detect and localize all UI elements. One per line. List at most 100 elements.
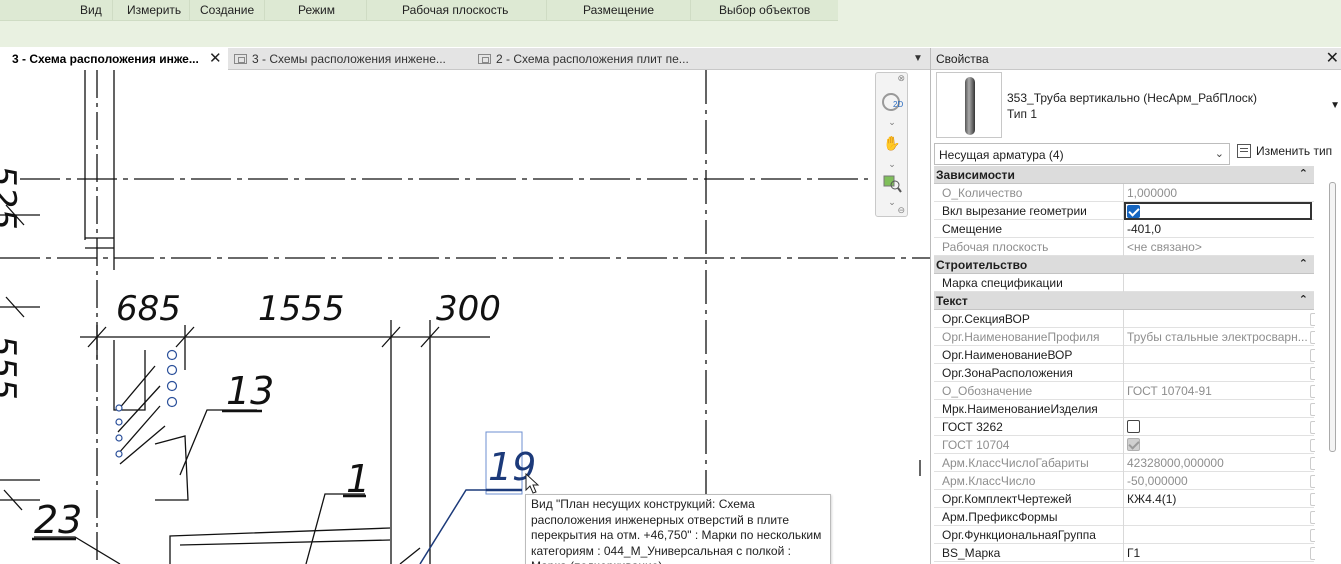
property-value[interactable] [1124, 418, 1312, 436]
property-value[interactable] [1124, 202, 1312, 220]
outline-line [113, 340, 146, 411]
drawing-canvas[interactable]: 685 1555 300 525 555 13 1 23 19 ⊗ 2D ⌄ ✋… [0, 70, 930, 564]
property-name: Орг.НаименованиеВОР [934, 346, 1124, 364]
nav-2d-badge: 2D [893, 100, 903, 109]
doc-tab[interactable]: 3 - Схемы расположения инжене... [230, 48, 470, 70]
ribbon-separator [366, 0, 367, 21]
doc-tab-active[interactable]: 3 - Схема расположения инже... ✕ [0, 48, 228, 70]
tooltip: Вид "План несущих конструкций: Схема рас… [525, 494, 831, 564]
ribbon-tab-select-objects[interactable]: Выбор объектов [719, 3, 810, 17]
pipe-marker [115, 404, 123, 412]
property-grid: Зависимости ⌃ О_Количество 1,000000 Вкл выре… [934, 166, 1315, 562]
zoom-region-icon[interactable] [880, 173, 904, 195]
mark-1[interactable]: 1 [346, 457, 370, 501]
chevron-down-icon: ⌄ [1214, 148, 1224, 160]
property-name: Марка спецификации [934, 274, 1124, 292]
edit-type-button[interactable]: Изменить тип [1237, 144, 1337, 164]
wall-line [399, 547, 421, 564]
row-edge-indicator [1310, 313, 1315, 326]
row-edge-indicator [1310, 439, 1315, 452]
checkbox[interactable] [1127, 420, 1140, 433]
property-section-header[interactable]: Текст ⌃ [934, 292, 1314, 310]
property-value[interactable] [1124, 364, 1312, 382]
section-title: Строительство [936, 258, 1028, 272]
property-name: Орг.ЗонаРасположения [934, 364, 1124, 382]
property-section-header[interactable]: Строительство ⌃ [934, 256, 1314, 274]
property-row: Орг.НаименованиеВОР [934, 346, 1315, 364]
property-value[interactable]: -401,0 [1124, 220, 1312, 238]
scrollbar-thumb[interactable] [1329, 182, 1336, 452]
property-value[interactable] [1124, 526, 1312, 544]
splitter-handle[interactable] [919, 460, 921, 476]
pipe-marker [166, 364, 178, 376]
ribbon-tab-mode[interactable]: Режим [298, 3, 335, 17]
row-edge-indicator [1310, 403, 1315, 416]
type-selector[interactable]: 353_Труба вертикально (НесАрм_РабПлоск) … [936, 72, 1340, 140]
property-name: Вкл вырезание геометрии [934, 202, 1124, 220]
hatch-line [117, 405, 161, 455]
view-cube-2d-icon[interactable]: 2D [880, 91, 904, 113]
pan-hand-icon[interactable]: ✋ [880, 135, 904, 157]
property-name: Орг.НаименованиеПрофиля [934, 328, 1124, 346]
collapse-icon[interactable]: ⌃ [1299, 257, 1308, 270]
row-edge-indicator [1310, 421, 1315, 434]
property-row: Орг.КомплектЧертежей КЖ4.4(1) [934, 490, 1315, 508]
ribbon-tab-create[interactable]: Создание [200, 3, 254, 17]
doc-tab-label: 2 - Схема расположения плит пе... [496, 52, 689, 66]
floor-plan-icon [234, 54, 247, 64]
ribbon-tab-measure[interactable]: Измерить [127, 3, 181, 17]
close-icon[interactable]: ⊗ [897, 73, 905, 84]
section-title: Зависимости [936, 168, 1015, 182]
ribbon-tab-work-plane[interactable]: Рабочая плоскость [402, 3, 508, 17]
property-value[interactable] [1124, 346, 1312, 364]
mark-23[interactable]: 23 [34, 498, 82, 542]
property-section-header[interactable]: Зависимости ⌃ [934, 166, 1314, 184]
type-thumbnail [936, 72, 1002, 138]
property-row: ГОСТ 10704 [934, 436, 1315, 454]
property-name: ГОСТ 3262 [934, 418, 1124, 436]
property-value[interactable] [1124, 274, 1312, 292]
dim-text-525: 525 [0, 165, 23, 230]
mark-13[interactable]: 13 [226, 369, 274, 413]
category-filter-select[interactable]: Несущая арматура (4) ⌄ [934, 143, 1230, 165]
doc-tab[interactable]: 2 - Схема расположения плит пе... [474, 48, 714, 70]
navigation-bar: ⊗ 2D ⌄ ✋ ⌄ ⌄ ⊖ [875, 72, 908, 217]
property-row: Рабочая плоскость <не связано> [934, 238, 1314, 256]
property-row: BS_Марка Г1 [934, 544, 1315, 562]
property-value[interactable]: Г1 [1124, 544, 1312, 562]
property-name: Арм.ПрефиксФормы [934, 508, 1124, 526]
property-row: Мрк.НаименованиеИзделия [934, 400, 1315, 418]
leader-line [179, 409, 257, 476]
tabs-dropdown-icon[interactable]: ▼ [913, 53, 923, 64]
ribbon-separator [690, 0, 691, 21]
close-icon[interactable]: ✕ [1326, 48, 1339, 68]
collapse-icon[interactable]: ⌃ [1299, 167, 1308, 180]
type-subname: Тип 1 [1007, 107, 1038, 121]
row-edge-indicator [1310, 457, 1315, 470]
property-value: ГОСТ 10704-91 [1127, 384, 1212, 398]
doc-tab-label: 3 - Схема расположения инже... [12, 52, 199, 66]
collapse-icon[interactable]: ⌃ [1299, 293, 1308, 306]
property-name: Орг.КомплектЧертежей [934, 490, 1124, 508]
property-value[interactable] [1124, 310, 1312, 328]
property-value[interactable]: КЖ4.4(1) [1124, 490, 1312, 508]
property-value[interactable] [1124, 400, 1312, 418]
ribbon-separator [112, 0, 113, 21]
row-edge-indicator [1310, 349, 1315, 362]
property-name: ГОСТ 10704 [934, 436, 1124, 454]
properties-title: Свойства [936, 52, 989, 66]
property-name: BS_Марка [934, 544, 1124, 562]
section-title: Текст [936, 294, 968, 308]
ribbon-separator [264, 0, 265, 21]
ribbon-tab-bar: Вид Измерить Создание Режим Рабочая плос… [0, 0, 838, 21]
nav-settings-icon[interactable]: ⊖ [897, 205, 905, 216]
properties-scrollbar[interactable] [1329, 180, 1337, 564]
ribbon-tab-placement[interactable]: Размещение [583, 3, 654, 17]
close-icon[interactable]: ✕ [209, 49, 222, 67]
chevron-down-icon[interactable]: ▼ [1330, 100, 1340, 111]
checkbox [1127, 438, 1140, 451]
ribbon-tab-view[interactable]: Вид [80, 3, 102, 17]
dim-text-555: 555 [0, 335, 23, 400]
property-value[interactable] [1124, 508, 1312, 526]
checkbox[interactable] [1127, 205, 1140, 218]
